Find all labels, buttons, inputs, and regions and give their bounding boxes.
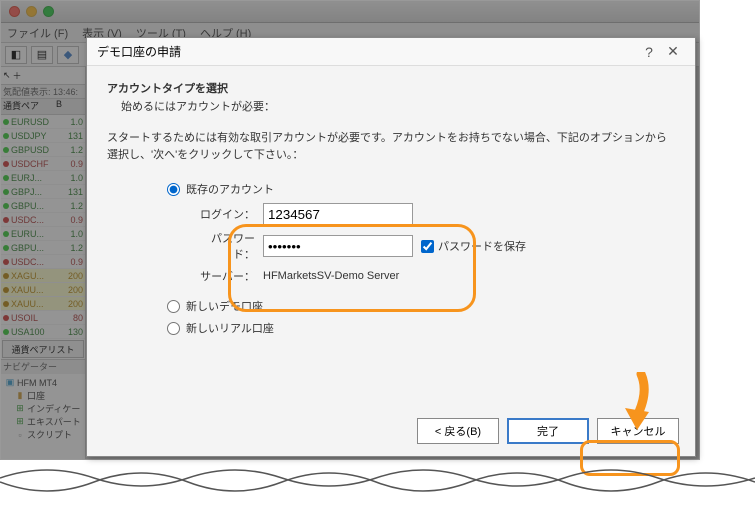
cancel-button[interactable]: キャンセル <box>597 418 679 444</box>
radio-new-real-input[interactable] <box>167 322 180 335</box>
login-row: ログイン： <box>195 203 675 225</box>
dialog-subheading: 始めるにはアカウントが必要： <box>121 98 675 114</box>
dialog-buttons: < 戻る(B) 完了 キャンセル <box>417 418 679 444</box>
help-icon[interactable]: ? <box>637 44 661 60</box>
dialog-body: アカウントタイプを選択 始めるにはアカウントが必要： スタートするためには有効な… <box>87 66 695 356</box>
radio-new-demo-input[interactable] <box>167 300 180 313</box>
radio-new-demo-label: 新しいデモ口座 <box>186 298 263 314</box>
close-icon[interactable]: ✕ <box>661 43 685 60</box>
radio-new-real-label: 新しいリアル口座 <box>186 320 274 336</box>
server-value: HFMarketsSV-Demo Server <box>263 270 399 282</box>
save-password-label: パスワードを保存 <box>438 238 526 254</box>
login-input[interactable] <box>263 203 413 225</box>
server-row: サーバー： HFMarketsSV-Demo Server <box>195 268 675 284</box>
save-password-checkbox[interactable] <box>421 240 434 253</box>
radio-existing-input[interactable] <box>167 183 180 196</box>
options-group: 既存のアカウント ログイン： パスワード： パスワードを保存 サーバー： <box>167 181 675 336</box>
server-label: サーバー： <box>195 268 255 284</box>
dialog-titlebar: デモ口座の申請 ? ✕ <box>87 38 695 66</box>
password-row: パスワード： パスワードを保存 <box>195 230 675 262</box>
bottom-wave <box>0 468 755 508</box>
radio-existing[interactable]: 既存のアカウント <box>167 181 675 197</box>
finish-button[interactable]: 完了 <box>507 418 589 444</box>
dialog-heading: アカウントタイプを選択 <box>107 80 675 96</box>
login-label: ログイン： <box>195 206 255 222</box>
app-window: ファイル (F) 表示 (V) ツール (T) ヘルプ (H) ◧ ▤ ◆ ↖ … <box>0 0 700 460</box>
dialog-description: スタートするためには有効な取引アカウントが必要です。アカウントをお持ちでない場合… <box>107 130 675 163</box>
password-label: パスワード： <box>195 230 255 262</box>
dialog-title: デモ口座の申請 <box>97 43 637 60</box>
save-password-row[interactable]: パスワードを保存 <box>421 238 526 254</box>
radio-new-demo[interactable]: 新しいデモ口座 <box>167 298 675 314</box>
back-button[interactable]: < 戻る(B) <box>417 418 499 444</box>
radio-existing-label: 既存のアカウント <box>186 181 274 197</box>
radio-new-real[interactable]: 新しいリアル口座 <box>167 320 675 336</box>
password-input[interactable] <box>263 235 413 257</box>
demo-account-dialog: デモ口座の申請 ? ✕ アカウントタイプを選択 始めるにはアカウントが必要： ス… <box>86 37 696 457</box>
